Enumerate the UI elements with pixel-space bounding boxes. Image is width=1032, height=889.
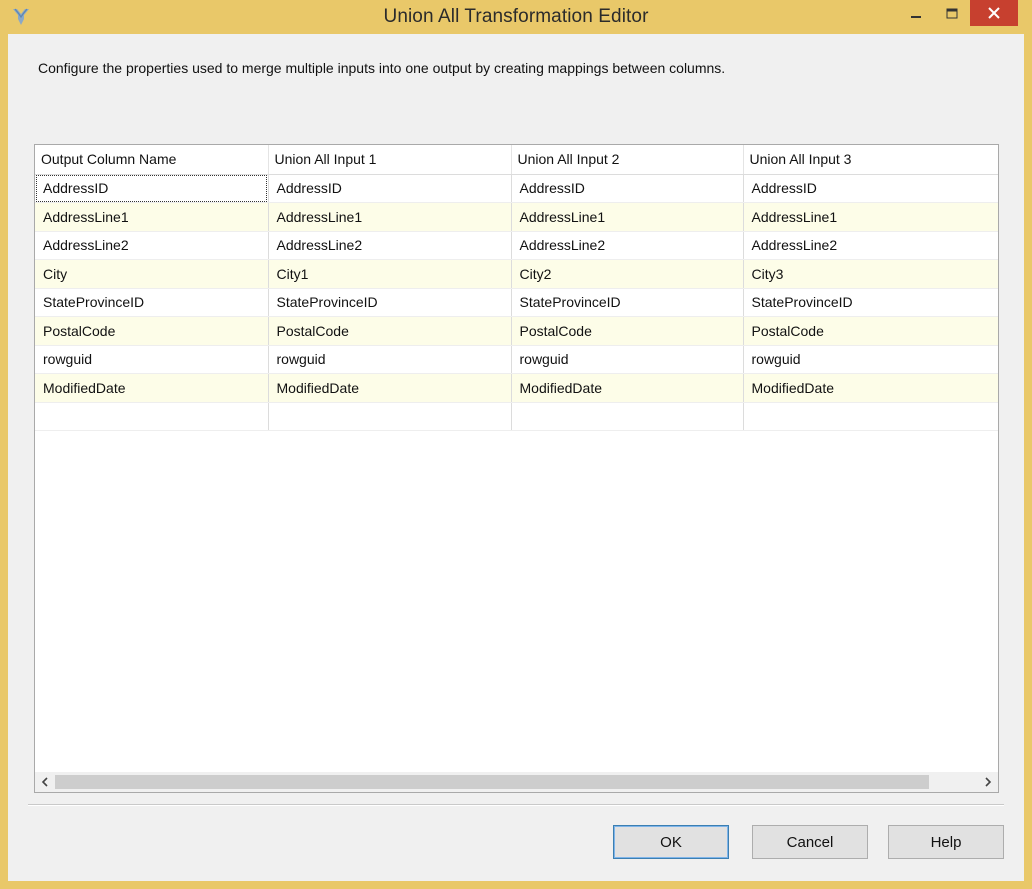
input-2-cell[interactable]: ModifiedDate xyxy=(511,373,744,403)
input-1-cell[interactable]: StateProvinceID xyxy=(268,288,512,317)
input-1-cell[interactable]: City1 xyxy=(268,259,512,289)
table-row: PostalCode PostalCode PostalCode PostalC… xyxy=(35,316,998,346)
input-3-cell[interactable]: StateProvinceID xyxy=(743,288,998,317)
input-2-cell[interactable]: City2 xyxy=(511,259,744,289)
output-column-cell[interactable]: ModifiedDate xyxy=(35,373,269,403)
input-1-cell[interactable]: PostalCode xyxy=(268,316,512,346)
table-row-new xyxy=(35,402,998,431)
title-bar[interactable]: Union All Transformation Editor xyxy=(0,0,1032,34)
input-2-cell[interactable]: StateProvinceID xyxy=(511,288,744,317)
input-3-cell[interactable]: AddressLine1 xyxy=(743,202,998,232)
close-button[interactable] xyxy=(970,0,1018,26)
maximize-icon xyxy=(946,8,958,19)
scroll-thumb[interactable] xyxy=(55,775,929,789)
table-row: ModifiedDate ModifiedDate ModifiedDate M… xyxy=(35,373,998,403)
mapping-grid[interactable]: Output Column Name Union All Input 1 Uni… xyxy=(34,144,999,793)
chevron-right-icon xyxy=(985,777,992,787)
grid-header-row: Output Column Name Union All Input 1 Uni… xyxy=(35,145,998,175)
description-text: Configure the properties used to merge m… xyxy=(38,60,726,76)
output-column-cell[interactable]: AddressLine1 xyxy=(35,202,269,232)
input-3-cell[interactable]: City3 xyxy=(743,259,998,289)
horizontal-scrollbar[interactable] xyxy=(35,772,998,792)
output-column-cell[interactable]: PostalCode xyxy=(35,316,269,346)
input-1-cell[interactable]: AddressID xyxy=(268,174,512,203)
output-column-cell[interactable]: AddressID xyxy=(35,174,269,203)
dialog-window: Union All Transformation Editor Configur… xyxy=(0,0,1032,889)
output-column-cell[interactable]: City xyxy=(35,259,269,289)
mapping-table: Output Column Name Union All Input 1 Uni… xyxy=(35,145,998,431)
output-column-cell[interactable] xyxy=(35,402,269,431)
column-header-input-2[interactable]: Union All Input 2 xyxy=(511,145,744,175)
input-3-cell[interactable]: AddressLine2 xyxy=(743,231,998,260)
input-1-cell[interactable]: AddressLine2 xyxy=(268,231,512,260)
minimize-button[interactable] xyxy=(898,0,934,28)
window-title: Union All Transformation Editor xyxy=(383,6,649,27)
input-1-cell[interactable]: AddressLine1 xyxy=(268,202,512,232)
help-button[interactable]: Help xyxy=(888,825,1004,859)
table-row: rowguid rowguid rowguid rowguid xyxy=(35,345,998,374)
table-row: AddressID AddressID AddressID AddressID xyxy=(35,174,998,203)
table-row: City City1 City2 City3 xyxy=(35,259,998,289)
chevron-left-icon xyxy=(41,777,48,787)
input-2-cell[interactable] xyxy=(511,402,744,431)
input-3-cell[interactable]: PostalCode xyxy=(743,316,998,346)
table-row: AddressLine1 AddressLine1 AddressLine1 A… xyxy=(35,202,998,232)
dialog-client-area: Configure the properties used to merge m… xyxy=(8,34,1024,881)
input-3-cell[interactable]: ModifiedDate xyxy=(743,373,998,403)
input-2-cell[interactable]: rowguid xyxy=(511,345,744,374)
input-3-cell[interactable]: rowguid xyxy=(743,345,998,374)
scroll-right-button[interactable] xyxy=(978,772,998,792)
input-2-cell[interactable]: AddressLine1 xyxy=(511,202,744,232)
input-3-cell[interactable] xyxy=(743,402,998,431)
divider xyxy=(28,804,1004,806)
minimize-icon xyxy=(911,16,921,18)
input-2-cell[interactable]: AddressLine2 xyxy=(511,231,744,260)
cancel-button[interactable]: Cancel xyxy=(752,825,868,859)
column-header-input-1[interactable]: Union All Input 1 xyxy=(268,145,512,175)
output-column-cell[interactable]: AddressLine2 xyxy=(35,231,269,260)
input-1-cell[interactable] xyxy=(268,402,512,431)
table-row: AddressLine2 AddressLine2 AddressLine2 A… xyxy=(35,231,998,260)
close-icon xyxy=(988,7,1000,19)
table-row: StateProvinceID StateProvinceID StatePro… xyxy=(35,288,998,317)
input-2-cell[interactable]: PostalCode xyxy=(511,316,744,346)
ok-button[interactable]: OK xyxy=(613,825,729,859)
maximize-button[interactable] xyxy=(934,0,970,28)
input-3-cell[interactable]: AddressID xyxy=(743,174,998,203)
column-header-output[interactable]: Output Column Name xyxy=(35,145,269,175)
column-header-input-3[interactable]: Union All Input 3 xyxy=(743,145,998,175)
input-1-cell[interactable]: ModifiedDate xyxy=(268,373,512,403)
scroll-left-button[interactable] xyxy=(35,772,55,792)
output-column-cell[interactable]: rowguid xyxy=(35,345,269,374)
input-2-cell[interactable]: AddressID xyxy=(511,174,744,203)
output-column-cell[interactable]: StateProvinceID xyxy=(35,288,269,317)
input-1-cell[interactable]: rowguid xyxy=(268,345,512,374)
